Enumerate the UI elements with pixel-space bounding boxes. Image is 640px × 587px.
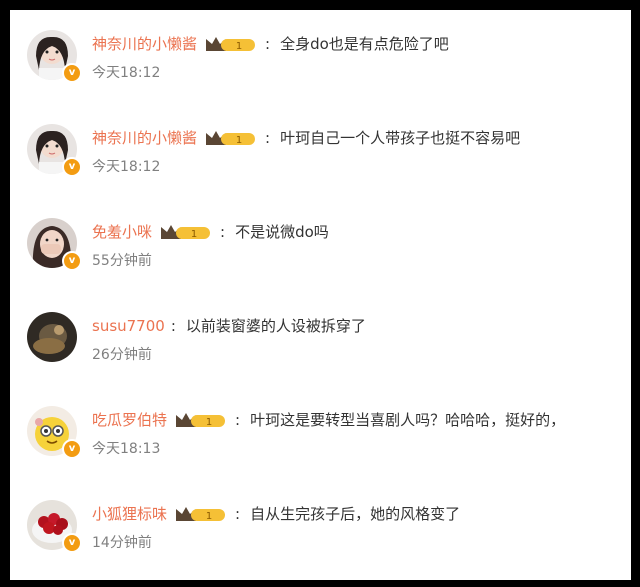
comment-time: 今天18:13 <box>92 441 161 457</box>
level-number: 1 <box>236 135 242 146</box>
comment-item: v 神奈川的小懒酱 1 : 叶珂自己一个人带孩子也挺不容易吧 今天18:12 <box>10 124 631 214</box>
comment-time: 今天18:12 <box>92 65 161 81</box>
level-number: 1 <box>236 41 242 52</box>
separator-colon: : <box>265 129 271 147</box>
separator-colon: : <box>170 317 176 335</box>
comment-text: 自从生完孩子后，她的风格变了 <box>250 505 461 523</box>
verified-v-icon: v <box>62 157 82 177</box>
level-number: 1 <box>206 511 212 522</box>
level-number: 1 <box>191 229 197 240</box>
verified-v-icon: v <box>62 439 82 459</box>
separator-colon: : <box>235 411 241 429</box>
separator-colon: : <box>220 223 226 241</box>
comment-username[interactable]: 神奈川的小懒酱 <box>92 34 197 54</box>
comment-username[interactable]: 神奈川的小懒酱 <box>92 128 197 148</box>
comment-text: 不是说微do吗 <box>235 223 329 241</box>
comment-time: 今天18:12 <box>92 159 161 175</box>
comment-text: 叶珂这是要转型当喜剧人吗？哈哈哈，挺好的， <box>250 411 566 429</box>
separator-colon: : <box>265 35 271 53</box>
comment-item: v 吃瓜罗伯特 1 : 叶珂这是要转型当喜剧人吗？哈哈哈，挺好的， 今天18:1… <box>10 406 631 496</box>
comment-text: 全身do也是有点危险了吧 <box>280 35 449 53</box>
comment-item: v 神奈川的小懒酱 1 : 全身do也是有点危险了吧 今天18:12 <box>10 30 631 120</box>
comment-username[interactable]: 小狐狸标味 <box>92 504 167 524</box>
crown-level-icon: 1 <box>205 128 257 148</box>
avatar[interactable] <box>27 312 77 362</box>
comment-time: 55分钟前 <box>92 253 152 269</box>
comment-item: susu7700 : 以前装窗婆的人设被拆穿了 26分钟前 <box>10 312 631 402</box>
comment-text: 叶珂自己一个人带孩子也挺不容易吧 <box>280 129 521 147</box>
comment-list: v 神奈川的小懒酱 1 : 全身do也是有点危险了吧 今天18:12 v 神奈川… <box>10 10 631 580</box>
comment-username[interactable]: susu7700 <box>92 316 165 336</box>
crown-level-icon: 1 <box>160 222 212 242</box>
verified-v-icon: v <box>62 63 82 83</box>
comment-username[interactable]: 免羞小咪 <box>92 222 152 242</box>
crown-level-icon: 1 <box>175 504 227 524</box>
comment-time: 26分钟前 <box>92 347 152 363</box>
crown-level-icon: 1 <box>205 34 257 54</box>
comment-item: v 小狐狸标味 1 : 自从生完孩子后，她的风格变了 14分钟前 <box>10 500 631 580</box>
comment-text: 以前装窗婆的人设被拆穿了 <box>185 317 366 335</box>
verified-v-icon: v <box>62 251 82 271</box>
level-number: 1 <box>206 417 212 428</box>
separator-colon: : <box>235 505 241 523</box>
comment-item: v 免羞小咪 1 : 不是说微do吗 55分钟前 <box>10 218 631 308</box>
verified-v-icon: v <box>62 533 82 553</box>
comment-username[interactable]: 吃瓜罗伯特 <box>92 410 167 430</box>
crown-level-icon: 1 <box>175 410 227 430</box>
comment-time: 14分钟前 <box>92 535 152 551</box>
